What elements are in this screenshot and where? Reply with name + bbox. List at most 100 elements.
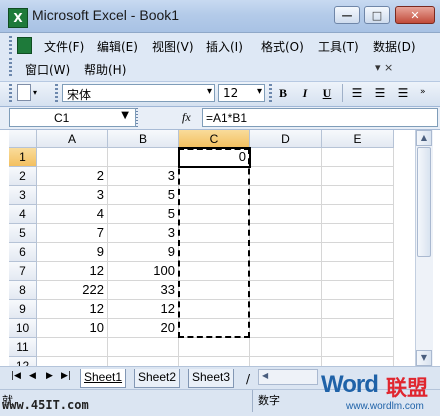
- row-header[interactable]: 11: [9, 338, 37, 357]
- grid-cell[interactable]: [322, 338, 394, 357]
- grid-cell[interactable]: 0: [179, 148, 250, 167]
- document-window-controls[interactable]: ▾ ×: [375, 61, 393, 74]
- grid-cell[interactable]: [250, 148, 322, 167]
- grid-cell[interactable]: 10: [37, 319, 108, 338]
- grid-cell[interactable]: [250, 167, 322, 186]
- tab-sheet2[interactable]: Sheet2: [134, 369, 181, 388]
- grid-cell[interactable]: [322, 224, 394, 243]
- grid-cell[interactable]: [179, 167, 250, 186]
- grid-cell[interactable]: [108, 338, 179, 357]
- last-sheet-icon[interactable]: ▶|: [61, 371, 71, 381]
- vertical-scrollbar[interactable]: ▲ ▼: [415, 130, 433, 366]
- grid-cell[interactable]: [179, 243, 250, 262]
- grid-cell[interactable]: 9: [108, 243, 179, 262]
- grid-cell[interactable]: 12: [37, 300, 108, 319]
- menu-tools[interactable]: 工具(T): [318, 38, 359, 55]
- chevron-down-icon[interactable]: ▾: [33, 88, 37, 97]
- grid-cell[interactable]: [250, 262, 322, 281]
- align-center-icon[interactable]: ☰: [370, 84, 390, 102]
- toolbar-grip[interactable]: [269, 84, 272, 102]
- bold-button[interactable]: B: [273, 84, 293, 102]
- grid-cell[interactable]: [179, 338, 250, 357]
- toolbar-grip[interactable]: [9, 58, 12, 76]
- scroll-thumb[interactable]: [417, 147, 431, 257]
- grid-cell[interactable]: 20: [108, 319, 179, 338]
- scroll-down-icon[interactable]: ▼: [416, 350, 432, 366]
- worksheet-grid[interactable]: A B C D E 1 0 2 2 3 3 3 5 4 4 5 5 7 3 6 9 9 7 12 100 8 222 33 9 12 12 1…: [9, 130, 415, 366]
- row-header[interactable]: 8: [9, 281, 37, 300]
- toolbar-grip[interactable]: [9, 36, 12, 54]
- select-all-corner[interactable]: [9, 130, 37, 148]
- toolbar-grip[interactable]: [9, 84, 12, 102]
- toolbar-grip[interactable]: [55, 84, 58, 102]
- row-header[interactable]: 1: [9, 148, 37, 167]
- font-name-select[interactable]: 宋体 ▾: [62, 84, 215, 102]
- next-sheet-icon[interactable]: ▶: [46, 371, 53, 381]
- prev-sheet-icon[interactable]: ◀: [29, 371, 36, 381]
- horizontal-scrollbar[interactable]: ◀: [258, 369, 318, 385]
- menu-format[interactable]: 格式(O): [261, 38, 304, 55]
- chevron-down-icon[interactable]: ▼: [121, 110, 129, 121]
- grid-cell[interactable]: [322, 357, 394, 366]
- new-document-icon[interactable]: [17, 84, 31, 101]
- grid-cell[interactable]: 9: [37, 243, 108, 262]
- menu-insert[interactable]: 插入(I): [206, 38, 243, 55]
- menu-data[interactable]: 数据(D): [373, 38, 416, 55]
- name-box[interactable]: C1 ▼: [9, 108, 136, 127]
- grid-cell[interactable]: 5: [108, 186, 179, 205]
- grid-cell[interactable]: 3: [108, 167, 179, 186]
- grid-cell[interactable]: 100: [108, 262, 179, 281]
- grid-cell[interactable]: [179, 205, 250, 224]
- font-size-select[interactable]: 12 ▾: [218, 84, 265, 102]
- grid-cell[interactable]: [179, 357, 250, 366]
- close-button[interactable]: ✕: [395, 6, 435, 24]
- row-header[interactable]: 2: [9, 167, 37, 186]
- grid-cell[interactable]: [250, 186, 322, 205]
- tab-splitter-icon[interactable]: /: [246, 372, 250, 386]
- column-header[interactable]: C: [179, 130, 250, 148]
- grid-cell[interactable]: 5: [108, 205, 179, 224]
- restore-button[interactable]: □: [364, 6, 390, 24]
- grid-cell[interactable]: 33: [108, 281, 179, 300]
- row-header[interactable]: 10: [9, 319, 37, 338]
- italic-button[interactable]: I: [295, 84, 315, 102]
- row-header[interactable]: 4: [9, 205, 37, 224]
- chevron-down-icon[interactable]: ▾: [207, 86, 212, 97]
- row-header[interactable]: 12: [9, 357, 37, 366]
- scroll-up-icon[interactable]: ▲: [416, 130, 432, 146]
- grid-cell[interactable]: [250, 243, 322, 262]
- grid-cell[interactable]: [37, 338, 108, 357]
- menu-window[interactable]: 窗口(W): [25, 61, 70, 78]
- grid-cell[interactable]: 12: [108, 300, 179, 319]
- row-header[interactable]: 3: [9, 186, 37, 205]
- grid-cell[interactable]: [250, 224, 322, 243]
- row-header[interactable]: 5: [9, 224, 37, 243]
- grid-cell[interactable]: [179, 281, 250, 300]
- column-header[interactable]: B: [108, 130, 179, 148]
- formula-input[interactable]: =A1*B1: [202, 108, 438, 127]
- grid-cell[interactable]: [322, 300, 394, 319]
- menu-help[interactable]: 帮助(H): [84, 61, 126, 78]
- grid-cell[interactable]: [179, 262, 250, 281]
- namebox-splitter[interactable]: [136, 108, 138, 127]
- grid-cell[interactable]: [322, 319, 394, 338]
- tab-sheet1[interactable]: Sheet1: [80, 369, 127, 388]
- grid-cell[interactable]: [322, 281, 394, 300]
- align-right-icon[interactable]: ☰: [393, 84, 413, 102]
- grid-cell[interactable]: [37, 148, 108, 167]
- align-left-icon[interactable]: ☰: [347, 84, 367, 102]
- column-header[interactable]: D: [250, 130, 322, 148]
- excel-app-icon[interactable]: X: [8, 8, 28, 28]
- grid-cell[interactable]: [250, 338, 322, 357]
- grid-cell[interactable]: [322, 148, 394, 167]
- underline-button[interactable]: U: [317, 84, 337, 102]
- grid-cell[interactable]: [250, 357, 322, 366]
- grid-cell[interactable]: [250, 281, 322, 300]
- grid-cell[interactable]: 12: [37, 262, 108, 281]
- tab-sheet3[interactable]: Sheet3: [188, 369, 235, 388]
- grid-cell[interactable]: [322, 243, 394, 262]
- menu-view[interactable]: 视图(V): [152, 38, 194, 55]
- scroll-left-icon[interactable]: ◀: [262, 371, 268, 380]
- chevron-down-icon[interactable]: ▾: [257, 86, 262, 97]
- minimize-button[interactable]: —: [334, 6, 360, 24]
